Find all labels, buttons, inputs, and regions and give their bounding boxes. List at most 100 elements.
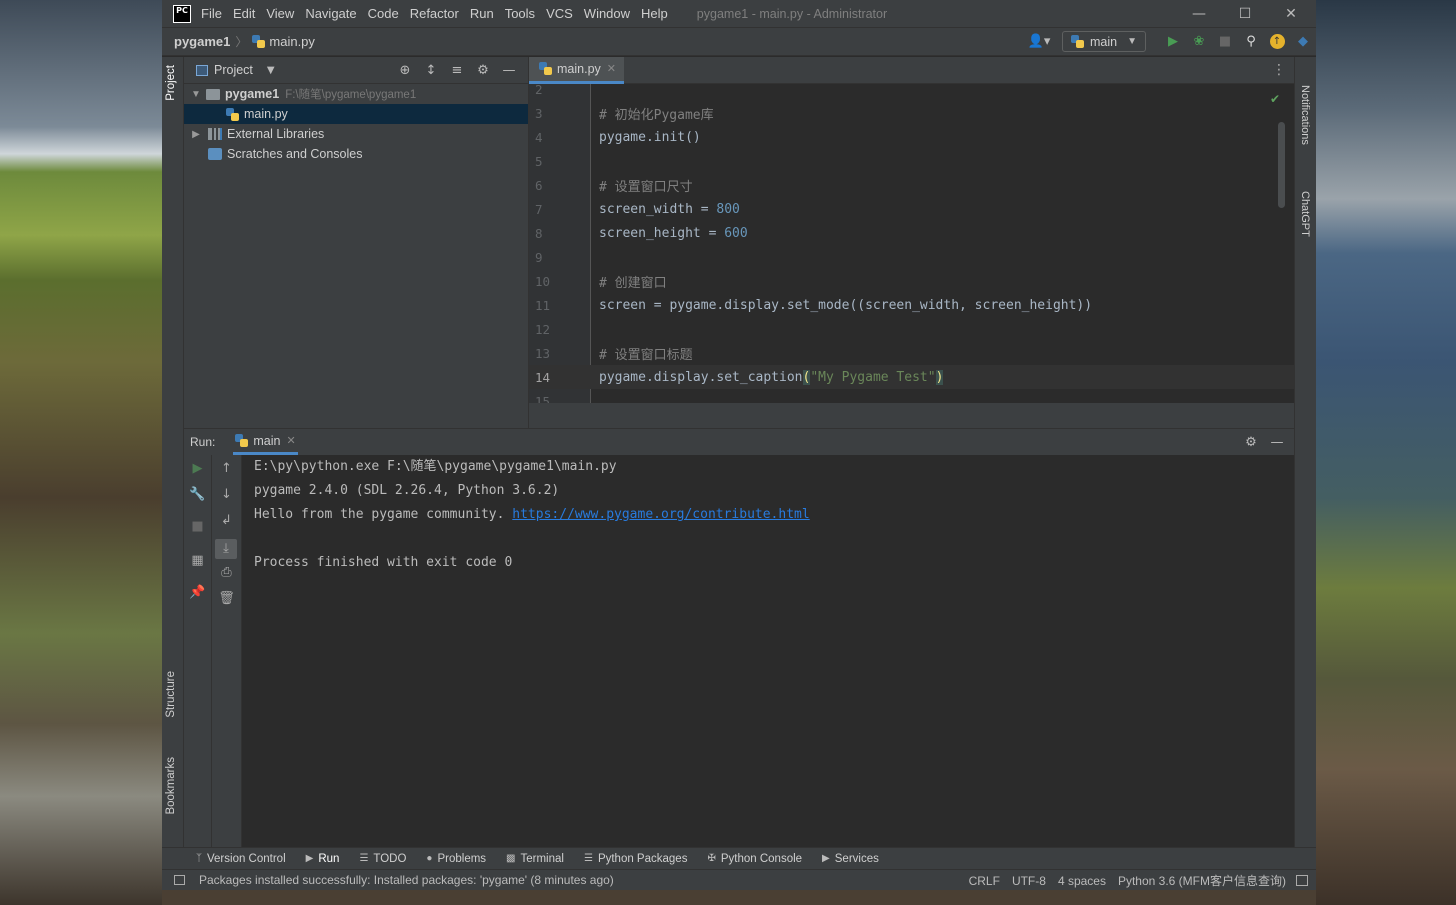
structure-tool-tab[interactable]: Structure <box>165 671 177 718</box>
hide-panel-icon[interactable]: — <box>496 63 522 78</box>
project-tool-tab[interactable]: Project <box>165 65 177 101</box>
settings-gear-icon[interactable]: ⚙ <box>470 63 496 78</box>
close-tab-icon[interactable]: ✕ <box>607 62 616 75</box>
library-icon <box>208 128 222 140</box>
edit-config-wrench-icon[interactable]: 🔧 <box>184 487 211 502</box>
folder-icon <box>206 88 220 100</box>
tool-tab-version-control[interactable]: ᛉ Version Control <box>196 853 286 865</box>
code-area[interactable]: 2 3 # 初始化Pygame库 4 pygame.init() 5 6 # 设置窗口… <box>529 84 1294 403</box>
tool-tab-problems[interactable]: ● Problems <box>426 853 486 865</box>
tool-tab-todo[interactable]: ☰ TODO <box>359 853 406 865</box>
hide-panel-icon[interactable]: — <box>1264 435 1290 450</box>
tool-tab-python-console[interactable]: ✠ Python Console <box>707 853 802 865</box>
tree-item-path: F:\随笔\pygame\pygame1 <box>285 89 417 101</box>
menu-tools[interactable]: Tools <box>505 6 535 21</box>
encoding-widget[interactable]: UTF-8 <box>1012 874 1046 888</box>
code-line: 5 <box>535 153 543 169</box>
chatgpt-tool-tab[interactable]: ChatGPT <box>1299 191 1311 237</box>
tool-tab-run[interactable]: ▶ Run <box>306 853 340 865</box>
line-separator-widget[interactable]: CRLF <box>969 874 1000 888</box>
branch-icon: ᛉ <box>196 853 202 864</box>
print-icon[interactable]: ⎙ <box>212 565 241 580</box>
stop-icon[interactable]: ■ <box>184 519 211 534</box>
tree-item-label: pygame1 <box>225 87 280 101</box>
tool-tab-python-packages[interactable]: ☰ Python Packages <box>584 853 687 865</box>
status-message[interactable]: Packages installed successfully: Install… <box>199 873 614 887</box>
tree-item-main-py[interactable]: main.py <box>184 104 528 124</box>
jetbrains-ai-icon[interactable]: ◆ <box>1290 28 1316 55</box>
scroll-to-end-icon[interactable]: ⤓ <box>215 539 237 559</box>
layout-icon[interactable]: ▦ <box>184 553 211 568</box>
tool-tab-services[interactable]: ▶ Services <box>822 853 879 865</box>
settings-gear-icon[interactable]: ⚙ <box>1238 435 1264 450</box>
menu-window[interactable]: Window <box>584 6 630 21</box>
run-tab-main[interactable]: main ✕ <box>233 429 298 455</box>
project-panel-title[interactable]: Project <box>214 63 253 77</box>
indent-widget[interactable]: 4 spaces <box>1058 874 1106 888</box>
search-icon[interactable]: ⚲ <box>1238 28 1264 55</box>
soft-wrap-icon[interactable]: ↲ <box>212 513 241 528</box>
code-line: 11 screen = pygame.display.set_mode((scre… <box>535 297 1093 313</box>
breadcrumb-file[interactable]: main.py <box>269 34 315 49</box>
tool-tab-terminal[interactable]: ▩ Terminal <box>506 853 564 865</box>
menu-view[interactable]: View <box>266 6 294 21</box>
menu-refactor[interactable]: Refactor <box>410 6 459 21</box>
minimize-button[interactable]: — <box>1176 0 1222 27</box>
rerun-icon[interactable]: ▶ <box>184 461 211 476</box>
code-line: 6 # 设置窗口尺寸 <box>535 177 693 195</box>
tree-item-pygame1[interactable]: ▼ pygame1 F:\随笔\pygame\pygame1 <box>184 84 528 104</box>
interpreter-widget[interactable]: Python 3.6 (MFM客户信息查询) <box>1118 872 1286 889</box>
chevron-down-icon[interactable]: ▼ <box>267 65 275 76</box>
menu-code[interactable]: Code <box>368 6 399 21</box>
menu-help[interactable]: Help <box>641 6 668 21</box>
scroll-down-icon[interactable]: ↓ <box>212 487 241 502</box>
menu-edit[interactable]: Edit <box>233 6 255 21</box>
left-tool-strip: Project Structure Bookmarks <box>162 57 184 847</box>
locate-file-icon[interactable]: ⊕ <box>392 63 418 78</box>
run-config-selector[interactable]: main ▼ <box>1062 31 1146 52</box>
editor-tab-main-py[interactable]: main.py ✕ <box>529 56 624 84</box>
console-output[interactable]: E:\py\python.exe F:\随笔\pygame\pygame1\ma… <box>254 455 1294 575</box>
contribute-link[interactable]: https://www.pygame.org/contribute.html <box>512 507 809 522</box>
no-problems-check-icon[interactable]: ✔ <box>1270 92 1280 106</box>
project-panel: Project ▼ ⊕ ↕ ≡ ⚙ — ▼ pygame1 F:\随笔\pyga… <box>184 57 529 428</box>
run-icon[interactable]: ▶ <box>1160 28 1186 55</box>
notifications-tool-tab[interactable]: Notifications <box>1299 85 1311 145</box>
clear-all-trash-icon[interactable]: 🗑 <box>212 591 241 606</box>
close-window-button[interactable]: ✕ <box>1268 0 1314 27</box>
scroll-up-icon[interactable]: ↑ <box>212 461 241 476</box>
user-account-icon[interactable]: 👤▾ <box>1026 28 1052 55</box>
console-line: pygame 2.4.0 (SDL 2.26.4, Python 3.6.2) <box>254 483 560 498</box>
bookmarks-tool-tab[interactable]: Bookmarks <box>165 757 177 815</box>
pin-tab-icon[interactable]: 📌 <box>184 585 211 600</box>
desktop-background-bottom <box>162 890 1316 905</box>
tree-item-scratches[interactable]: Scratches and Consoles <box>184 144 528 164</box>
menu-file[interactable]: File <box>201 6 222 21</box>
project-panel-header: Project ▼ ⊕ ↕ ≡ ⚙ — <box>184 57 528 84</box>
tree-item-label: Scratches and Consoles <box>227 147 363 161</box>
toggle-tool-windows-icon[interactable] <box>174 875 185 885</box>
expand-all-icon[interactable]: ↕ <box>418 63 444 78</box>
run-panel: Run: main ✕ ⚙ — ▶ 🔧 ■ ▦ 📌 ↑ ↓ ↲ ⤓ ⎙ 🗑 E:… <box>184 428 1294 848</box>
collapse-all-icon[interactable]: ≡ <box>444 63 470 78</box>
code-line: 2 <box>535 84 543 97</box>
editor-scrollbar[interactable] <box>1278 122 1285 208</box>
stop-icon[interactable]: ■ <box>1212 28 1238 55</box>
maximize-button[interactable]: ☐ <box>1222 0 1268 27</box>
close-tab-icon[interactable]: ✕ <box>286 434 295 447</box>
navigation-bar: pygame1 〉 main.py 👤▾ main ▼ ▶ ❀ ■ ⚲ ↑ ◆ <box>162 27 1316 56</box>
run-panel-actions: ⚙ — <box>1238 429 1290 455</box>
menu-navigate[interactable]: Navigate <box>305 6 356 21</box>
update-icon[interactable]: ↑ <box>1264 28 1290 55</box>
debug-icon[interactable]: ❀ <box>1186 28 1212 55</box>
menu-vcs[interactable]: VCS <box>546 6 573 21</box>
tree-item-external-libraries[interactable]: ▶ External Libraries <box>184 124 528 144</box>
menu-run[interactable]: Run <box>470 6 494 21</box>
lock-icon[interactable] <box>1296 875 1308 886</box>
code-line: 9 <box>535 249 543 265</box>
code-line: 10 # 创建窗口 <box>535 273 667 291</box>
breadcrumb-project[interactable]: pygame1 <box>174 34 230 49</box>
project-panel-actions: ⊕ ↕ ≡ ⚙ — <box>392 57 522 84</box>
more-options-icon[interactable]: ⋮ <box>1272 62 1286 78</box>
